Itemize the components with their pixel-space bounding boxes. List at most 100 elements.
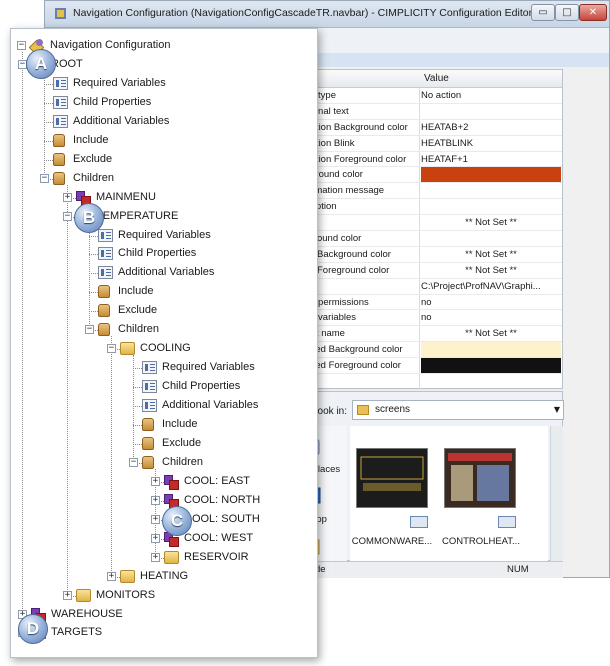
close-button[interactable]: ✕ xyxy=(579,4,607,21)
tree-node-label[interactable]: RESERVOIR xyxy=(184,551,249,563)
property-value[interactable]: No action xyxy=(421,88,561,103)
property-value[interactable]: HEATBLINK xyxy=(421,136,561,151)
tree-node-label[interactable]: Children xyxy=(73,172,114,184)
collapse-toggle[interactable]: − xyxy=(85,325,94,335)
collapse-toggle[interactable]: − xyxy=(107,344,116,354)
file-name-commonware[interactable]: COMMONWARE... xyxy=(347,536,437,547)
tree-node-label[interactable]: Additional Variables xyxy=(118,266,214,278)
tree-node-label[interactable]: Required Variables xyxy=(118,229,211,241)
tree-node-warehouse[interactable]: + WAREHOUSE xyxy=(11,606,311,624)
tree-node-label[interactable]: Include xyxy=(118,285,153,297)
tree-node-additional-variables[interactable]: Additional Variables xyxy=(11,113,311,131)
property-value[interactable]: no xyxy=(421,295,561,310)
tree-node-exclude[interactable]: Exclude xyxy=(11,302,311,320)
collapse-toggle[interactable]: − xyxy=(17,41,26,50)
column-header-value[interactable]: Value xyxy=(424,73,449,84)
expand-toggle[interactable]: + xyxy=(151,514,160,524)
tree-node-label[interactable]: COOLING xyxy=(140,342,191,354)
file-thumbnail-commonware[interactable] xyxy=(356,448,428,508)
tree-node-label[interactable]: TEMPERATURE xyxy=(96,210,178,222)
tree-node-label[interactable]: Exclude xyxy=(118,304,157,316)
tree-node-include[interactable]: Include xyxy=(11,416,311,434)
tree-node-child-properties[interactable]: Child Properties xyxy=(11,94,311,112)
tree-node-label[interactable]: Child Properties xyxy=(73,96,151,108)
property-value[interactable] xyxy=(421,199,561,214)
expand-toggle[interactable]: + xyxy=(107,571,116,581)
file-list-scrollbar[interactable] xyxy=(550,426,563,562)
property-value[interactable] xyxy=(421,342,561,358)
tree-node-label[interactable]: Children xyxy=(162,456,203,468)
tree-node-include[interactable]: Include xyxy=(11,283,311,301)
collapse-toggle[interactable]: − xyxy=(40,173,49,183)
tree-node-label[interactable]: COOL: WEST xyxy=(184,532,253,544)
property-value[interactable]: ** Not Set ** xyxy=(421,263,561,278)
tree-node-exclude[interactable]: Exclude xyxy=(11,435,311,453)
tree-node-cool-west[interactable]: + COOL: WEST xyxy=(11,530,311,548)
tree-node-label[interactable]: Child Properties xyxy=(162,380,240,392)
tree-node-label[interactable]: Navigation Configuration xyxy=(50,39,170,51)
tree-node-label[interactable]: HEATING xyxy=(140,570,188,582)
tree-node-additional-variables[interactable]: Additional Variables xyxy=(11,264,311,282)
property-value[interactable]: HEATAB+2 xyxy=(421,120,561,135)
tree-node-label[interactable]: COOL: EAST xyxy=(184,475,250,487)
file-thumbnail-controlheat[interactable] xyxy=(444,448,516,508)
property-value[interactable]: ** Not Set ** xyxy=(421,215,561,230)
property-value[interactable]: no xyxy=(421,310,561,325)
tree-node-cool-east[interactable]: + COOL: EAST xyxy=(11,473,311,491)
property-value[interactable] xyxy=(421,231,561,246)
property-value[interactable]: HEATAF+1 xyxy=(421,152,561,167)
property-value[interactable] xyxy=(421,374,561,389)
tree-node-targets[interactable]: +TARGETS xyxy=(11,624,311,642)
tree-node-navigation-configuration[interactable]: − Navigation Configuration xyxy=(11,37,311,55)
property-value[interactable] xyxy=(421,358,561,374)
tree-node-label[interactable]: WAREHOUSE xyxy=(51,608,123,620)
property-value[interactable] xyxy=(421,167,561,183)
tree-node-label[interactable]: Child Properties xyxy=(118,247,196,259)
tree-node-label[interactable]: Additional Variables xyxy=(73,115,169,127)
expand-toggle[interactable]: + xyxy=(151,533,160,543)
tree-node-reservoir[interactable]: + RESERVOIR xyxy=(11,549,311,567)
property-value[interactable]: C:\Project\ProfNAV\Graphi... xyxy=(421,279,561,294)
tree-node-child-properties[interactable]: Child Properties xyxy=(11,245,311,263)
expand-toggle[interactable]: + xyxy=(151,495,160,505)
tree-node-label[interactable]: COOL: SOUTH xyxy=(184,513,260,525)
chevron-down-icon[interactable]: ▼ xyxy=(554,401,560,419)
tree-node-label[interactable]: Required Variables xyxy=(162,361,255,373)
tree-node-monitors[interactable]: + MONITORS xyxy=(11,587,311,605)
property-value[interactable] xyxy=(421,104,561,119)
tree-node-label[interactable]: Exclude xyxy=(73,153,112,165)
tree-node-cool-south[interactable]: + COOL: SOUTH xyxy=(11,511,311,529)
look-in-dropdown[interactable]: screens ▼ xyxy=(352,400,564,420)
tree-node-label[interactable]: COOL: NORTH xyxy=(184,494,260,506)
tree-node-children[interactable]: − Children xyxy=(11,321,311,339)
tree-node-temperature[interactable]: − TEMPERATURE xyxy=(11,208,311,226)
tree-node-label[interactable]: MAINMENU xyxy=(96,191,156,203)
tree-node-required-variables[interactable]: Required Variables xyxy=(11,75,311,93)
tree-node-exclude[interactable]: Exclude xyxy=(11,151,311,169)
tree-node-label[interactable]: Required Variables xyxy=(73,77,166,89)
tree-node-root[interactable]: − ROOT xyxy=(11,56,311,74)
expand-toggle[interactable]: + xyxy=(63,192,72,202)
tree-node-label[interactable]: Include xyxy=(73,134,108,146)
expand-toggle[interactable]: + xyxy=(151,476,160,486)
tree-node-include[interactable]: Include xyxy=(11,132,311,150)
tree-node-child-properties[interactable]: Child Properties xyxy=(11,378,311,396)
tree-node-cool-north[interactable]: + COOL: NORTH xyxy=(11,492,311,510)
tree-node-cooling[interactable]: − COOLING xyxy=(11,340,311,358)
tree-node-required-variables[interactable]: Required Variables xyxy=(11,227,311,245)
tree-node-required-variables[interactable]: Required Variables xyxy=(11,359,311,377)
tree-node-children[interactable]: − Children xyxy=(11,170,311,188)
tree-node-label[interactable]: Include xyxy=(162,418,197,430)
property-value[interactable]: ** Not Set ** xyxy=(421,247,561,262)
tree-node-label[interactable]: Children xyxy=(118,323,159,335)
tree-node-label[interactable]: MONITORS xyxy=(96,589,155,601)
minimize-button[interactable]: ▭ xyxy=(531,4,555,21)
collapse-toggle[interactable]: − xyxy=(63,211,72,221)
property-value[interactable]: ** Not Set ** xyxy=(421,326,561,341)
tree-node-heating[interactable]: + HEATING xyxy=(11,568,311,586)
tree-node-additional-variables[interactable]: Additional Variables xyxy=(11,397,311,415)
expand-toggle[interactable]: + xyxy=(151,552,160,562)
file-name-controlheat[interactable]: CONTROLHEAT... xyxy=(436,536,526,547)
tree-node-mainmenu[interactable]: + MAINMENU xyxy=(11,189,311,207)
tree-node-label[interactable]: TARGETS xyxy=(51,626,102,638)
